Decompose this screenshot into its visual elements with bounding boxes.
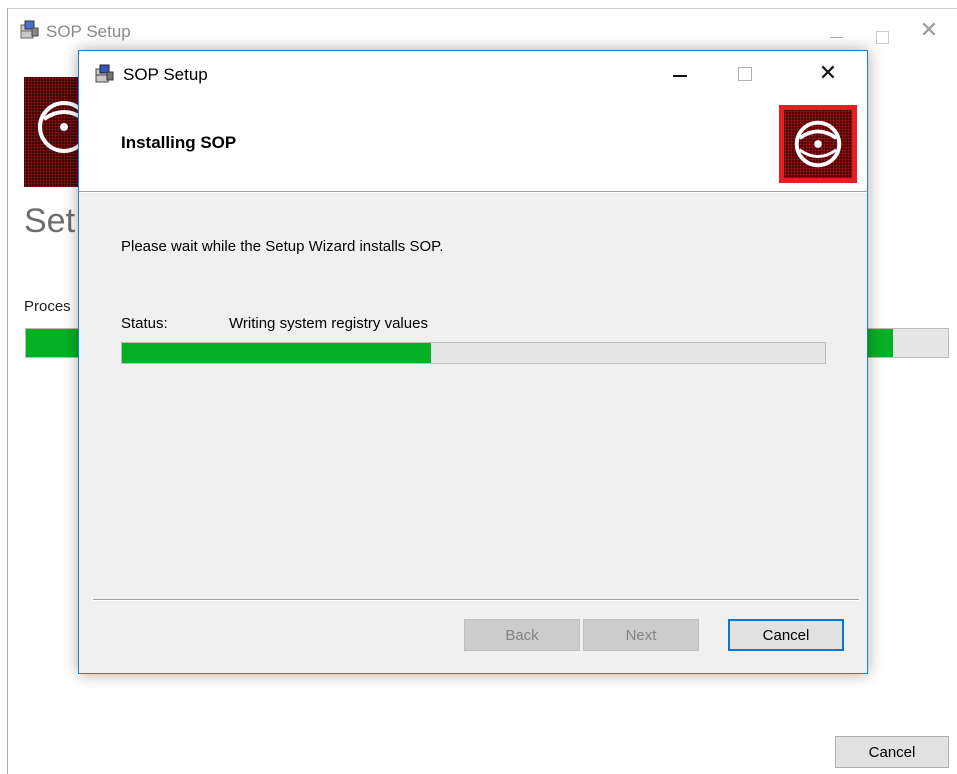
cancel-button[interactable]: Cancel [728,619,844,651]
close-icon: ✕ [818,60,838,85]
setup-dialog: SOP Setup ✕ Installing SOP Please wait w… [78,50,868,674]
dialog-titlebar[interactable]: SOP Setup ✕ [79,51,867,95]
disc-icon [38,101,84,153]
background-close-button[interactable]: ✕ [907,15,951,45]
minimize-button[interactable] [657,57,703,89]
background-maximize-button[interactable] [861,15,905,45]
installer-icon [18,19,40,46]
next-button[interactable]: Next [583,619,699,651]
install-progress-bar [121,342,826,364]
background-heading: Set [24,202,76,240]
wait-message: Please wait while the Setup Wizard insta… [121,238,444,255]
install-progress-fill [122,343,432,363]
maximize-button[interactable] [721,57,767,89]
banner-divider [79,191,867,193]
back-button[interactable]: Back [464,619,580,651]
close-button[interactable]: ✕ [805,57,851,89]
close-icon: ✕ [919,17,939,42]
background-minimize-button[interactable] [813,15,857,45]
background-progress-label: Proces [24,298,71,315]
banner-title: Installing SOP [121,133,237,152]
dialog-banner: Installing SOP [79,95,867,191]
status-label: Status: [121,315,168,332]
footer-divider [93,599,859,601]
disc-icon [794,120,842,168]
background-disc-logo [24,77,84,187]
status-value: Writing system registry values [229,315,428,332]
background-titlebar[interactable]: SOP Setup ✕ [8,9,957,49]
dialog-title: SOP Setup [123,65,208,84]
banner-logo [779,105,857,183]
background-cancel-button[interactable]: Cancel [835,736,949,768]
installer-icon [93,63,115,90]
background-window-title: SOP Setup [46,22,131,41]
